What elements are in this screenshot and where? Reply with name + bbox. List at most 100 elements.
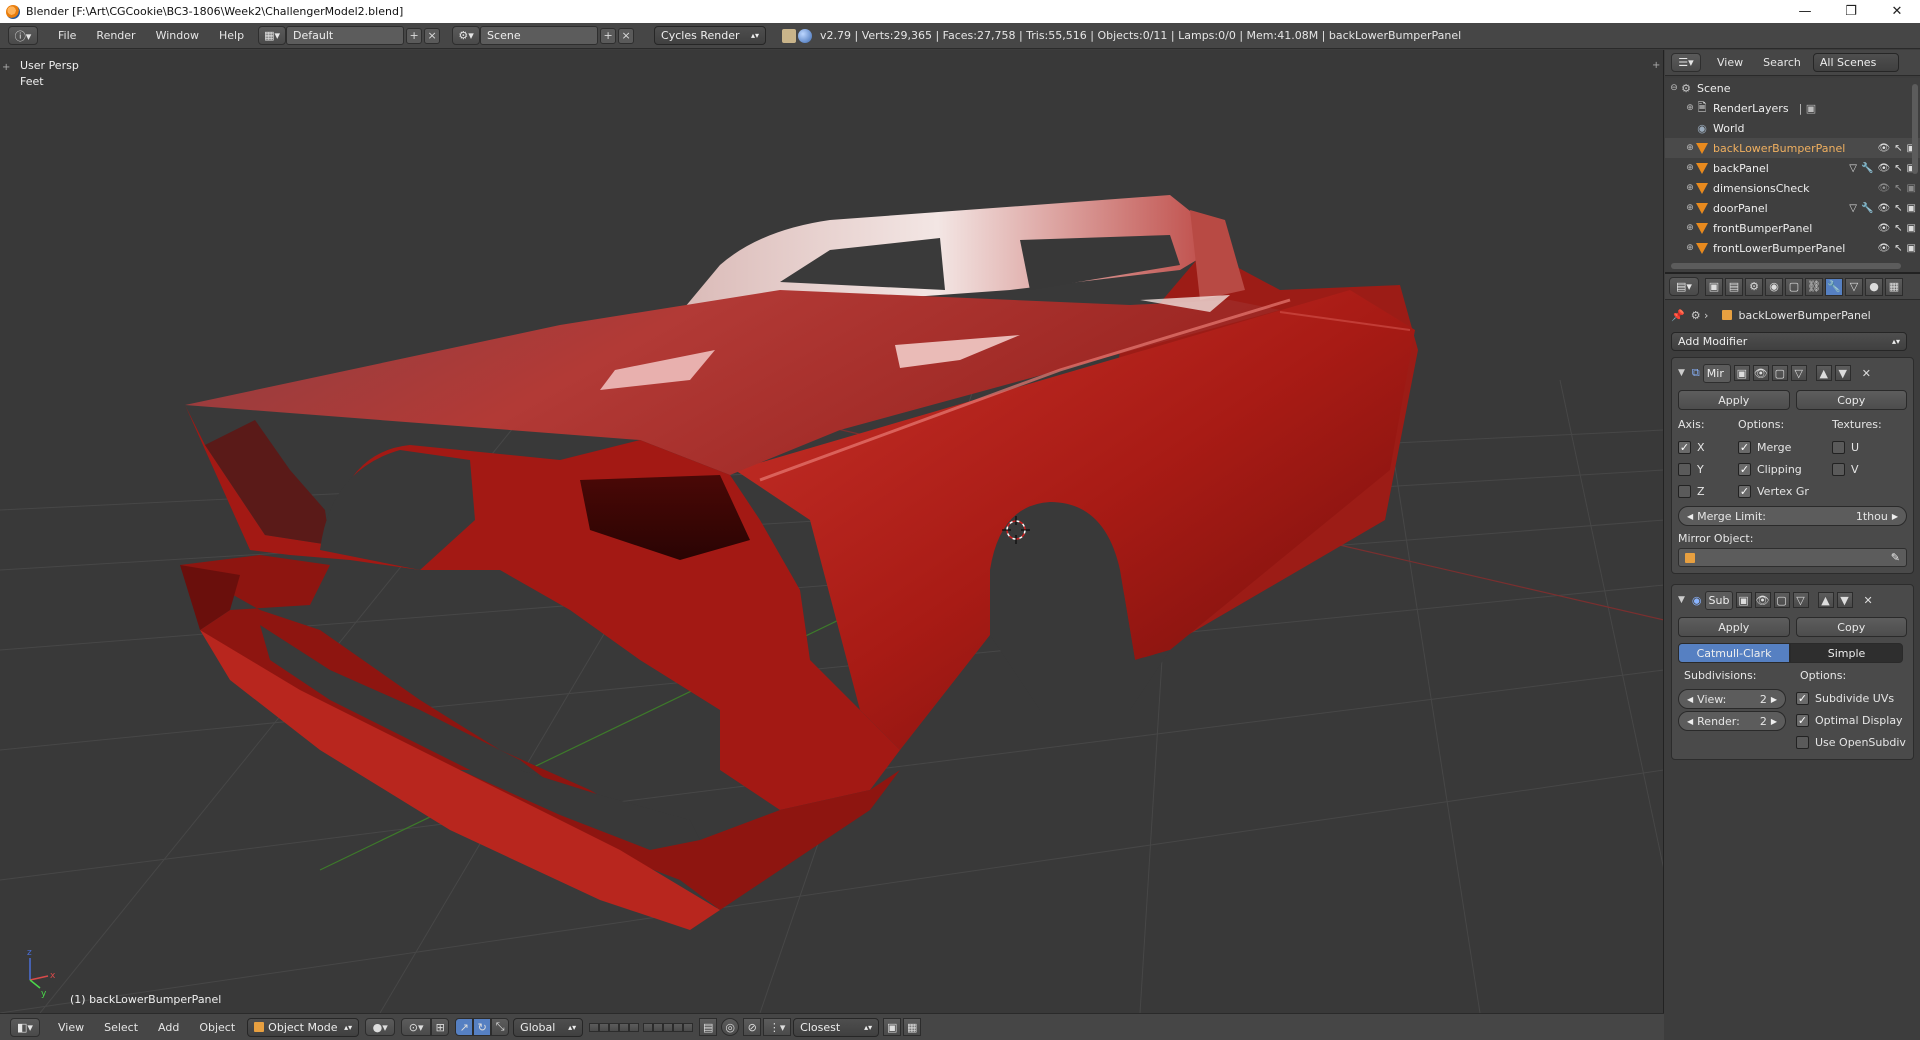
cursor-select-icon[interactable]: ↖ — [1894, 143, 1902, 154]
axis-z-checkbox[interactable]: Z — [1678, 480, 1738, 502]
pivot-point-dropdown[interactable]: ⊙▾ — [401, 1018, 432, 1036]
outliner-item-frontbumperpanel[interactable]: ⊕ frontBumperPanel 👁 ↖ ▣ — [1665, 218, 1920, 238]
simple-option[interactable]: Simple — [1790, 643, 1903, 663]
data-tab-icon[interactable]: ▽ — [1845, 277, 1863, 296]
checkbox-checked-icon[interactable]: ✓ — [1738, 484, 1751, 498]
remove-layout-button[interactable]: × — [424, 27, 441, 44]
render-engine-dropdown[interactable]: Cycles Render ▴▾ — [654, 26, 767, 45]
render-camera-icon[interactable]: ▣ — [1907, 223, 1916, 234]
outliner-item-renderlayers[interactable]: ⊕ 🗎 RenderLayers | ▣ — [1665, 98, 1920, 118]
manipulator-toggle[interactable]: ⊞ — [431, 1018, 450, 1036]
scene-field[interactable]: Scene — [480, 26, 599, 45]
outliner-item-backpanel[interactable]: ⊕ backPanel ▽🔧👁↖▣ — [1665, 158, 1920, 178]
expand-toggle-icon[interactable]: ⊕ — [1685, 163, 1695, 173]
viewport-shading-dropdown[interactable]: ●▾ — [365, 1018, 396, 1036]
mirror-copy-button[interactable]: Copy — [1795, 390, 1907, 410]
menu-object[interactable]: Object — [189, 1021, 245, 1034]
snap-element-dropdown[interactable]: ⋮▾ — [763, 1018, 792, 1036]
move-up-button[interactable]: ▲ — [1815, 365, 1832, 381]
checkbox-checked-icon[interactable]: ✓ — [1796, 691, 1809, 705]
move-down-button[interactable]: ▼ — [1834, 365, 1851, 381]
expand-toggle-icon[interactable]: ⊕ — [1685, 223, 1695, 233]
menu-file[interactable]: File — [48, 29, 86, 42]
checkbox-unchecked-icon[interactable] — [1832, 440, 1845, 454]
view-levels-field[interactable]: ◀ View: 2 ▶ — [1678, 689, 1786, 709]
screen-layout-selector[interactable]: ▦▾ — [258, 26, 287, 45]
mirror-object-field[interactable]: ✎ — [1678, 548, 1907, 567]
subsurf-apply-button[interactable]: Apply — [1678, 617, 1790, 637]
eye-icon[interactable]: 👁 — [1877, 223, 1890, 234]
cursor-select-icon[interactable]: ↖ — [1894, 183, 1902, 194]
translate-manipulator-button[interactable]: ↗ — [455, 1018, 474, 1036]
checkbox-checked-icon[interactable]: ✓ — [1738, 440, 1751, 454]
remove-scene-button[interactable]: × — [618, 27, 635, 44]
axis-y-checkbox[interactable]: Y — [1678, 458, 1738, 480]
show-in-editmode-toggle[interactable]: ▢ — [1773, 592, 1790, 608]
show-on-cage-toggle[interactable]: ▽ — [1790, 365, 1807, 381]
show-in-render-toggle[interactable]: ▣ — [1735, 592, 1752, 608]
outliner-menu-search[interactable]: Search — [1753, 56, 1811, 69]
decrement-arrow-icon[interactable]: ◀ — [1687, 695, 1693, 704]
eye-icon[interactable]: 👁 — [1877, 143, 1890, 154]
outliner-item-world[interactable]: ◉ World — [1665, 118, 1920, 138]
lock-layers-button[interactable]: ▤ — [699, 1018, 718, 1036]
interaction-mode-dropdown[interactable]: Object Mode ▴▾ — [247, 1017, 360, 1037]
eye-icon[interactable]: 👁 — [1877, 243, 1890, 254]
vertex-groups-checkbox[interactable]: ✓ Vertex Gr — [1738, 480, 1832, 502]
decrement-arrow-icon[interactable]: ◀ — [1687, 717, 1693, 726]
texture-tab-icon[interactable]: ▦ — [1885, 277, 1903, 296]
optimal-display-checkbox[interactable]: ✓ Optimal Display — [1796, 709, 1906, 731]
object-tab-icon[interactable]: ▢ — [1785, 277, 1803, 296]
mirror-apply-button[interactable]: Apply — [1678, 390, 1790, 410]
render-camera-icon[interactable]: ▣ — [1907, 203, 1916, 214]
outliner-item-frontlowerbumperpanel[interactable]: ⊕ frontLowerBumperPanel 👁 ↖ ▣ — [1665, 238, 1920, 258]
3d-viewport[interactable]: z x y User Persp Feet (1) backLowerBumpe… — [0, 50, 1664, 1013]
properties-region-toggle-icon[interactable]: + — [1652, 60, 1660, 71]
render-camera-icon[interactable]: ▣ — [1907, 243, 1916, 254]
menu-render[interactable]: Render — [86, 29, 145, 42]
rotate-manipulator-button[interactable]: ↻ — [473, 1018, 492, 1036]
expand-toggle-icon[interactable]: ⊕ — [1685, 243, 1695, 253]
outliner-menu-view[interactable]: View — [1707, 56, 1753, 69]
cursor-select-icon[interactable]: ↖ — [1894, 203, 1902, 214]
checkbox-unchecked-icon[interactable] — [1796, 735, 1809, 749]
collapse-toggle-icon[interactable]: ⊖ — [1669, 83, 1679, 93]
menu-window[interactable]: Window — [146, 29, 209, 42]
constraints-tab-icon[interactable]: ⛓ — [1805, 277, 1823, 296]
outliner-item-backlowerbumperpanel[interactable]: ⊕ backLowerBumperPanel 👁↖▣ — [1665, 138, 1920, 158]
menu-view[interactable]: View — [48, 1021, 94, 1034]
show-in-viewport-toggle[interactable]: 👁 — [1754, 592, 1771, 608]
scene-selector[interactable]: ⚙▾ — [452, 26, 481, 45]
close-window-button[interactable]: ✕ — [1874, 0, 1920, 23]
opengl-render-button[interactable]: ▣ — [883, 1018, 902, 1036]
render-layers-tab-icon[interactable]: ▤ — [1725, 277, 1743, 296]
screen-layout-field[interactable]: Default — [286, 26, 405, 45]
add-layout-button[interactable]: + — [406, 27, 423, 44]
expand-toggle-icon[interactable]: ⊕ — [1685, 203, 1695, 213]
world-tab-icon[interactable]: ◉ — [1765, 277, 1783, 296]
proportional-editing-button[interactable]: ◎ — [721, 1018, 740, 1036]
merge-limit-field[interactable]: ◀ Merge Limit: 1thou ▶ — [1678, 506, 1907, 526]
editor-type-outliner-button[interactable]: ☰▾ — [1671, 53, 1701, 72]
checkbox-checked-icon[interactable]: ✓ — [1796, 713, 1809, 727]
merge-checkbox[interactable]: ✓ Merge — [1738, 436, 1832, 458]
snap-toggle[interactable]: ⊘ — [743, 1018, 762, 1036]
add-scene-button[interactable]: + — [600, 27, 617, 44]
use-opensubdiv-checkbox[interactable]: Use OpenSubdiv — [1796, 731, 1906, 753]
modifiers-tab-icon[interactable]: 🔧 — [1825, 277, 1843, 296]
eye-icon[interactable]: 👁 — [1877, 203, 1890, 214]
cursor-select-icon[interactable]: ↖ — [1894, 243, 1902, 254]
expand-toggle-icon[interactable]: ⊕ — [1685, 143, 1695, 153]
collapse-triangle-icon[interactable]: ▼ — [1678, 368, 1685, 378]
eye-icon[interactable]: 👁 — [1877, 163, 1890, 174]
outliner-hscrollbar[interactable] — [1671, 263, 1901, 269]
remove-modifier-icon[interactable]: ✕ — [1862, 367, 1871, 380]
expand-toggle-icon[interactable]: ⊕ — [1685, 183, 1695, 193]
checkbox-checked-icon[interactable]: ✓ — [1738, 462, 1751, 476]
checkbox-checked-icon[interactable]: ✓ — [1678, 440, 1691, 454]
show-in-editmode-toggle[interactable]: ▢ — [1771, 365, 1788, 381]
render-levels-field[interactable]: ◀ Render: 2 ▶ — [1678, 711, 1786, 731]
opengl-render-animation-button[interactable]: ▦ — [903, 1018, 922, 1036]
cursor-select-icon[interactable]: ↖ — [1894, 223, 1902, 234]
layer-buttons-group-1[interactable] — [589, 1022, 640, 1032]
